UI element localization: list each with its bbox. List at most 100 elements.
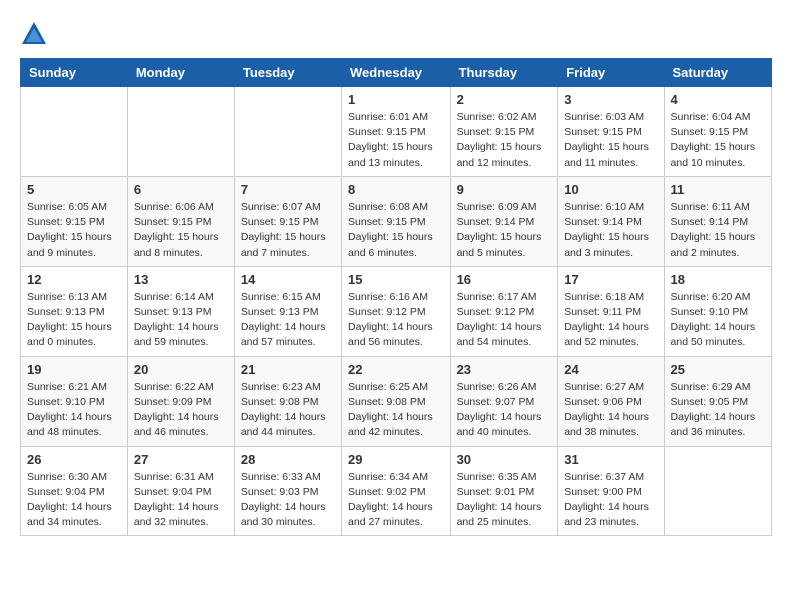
day-number: 11	[671, 182, 765, 197]
weekday-header-tuesday: Tuesday	[234, 59, 341, 87]
day-info: Sunrise: 6:11 AMSunset: 9:14 PMDaylight:…	[671, 200, 765, 261]
day-number: 2	[457, 92, 552, 107]
calendar-cell: 19 Sunrise: 6:21 AMSunset: 9:10 PMDayligh…	[21, 356, 128, 446]
calendar-cell: 3 Sunrise: 6:03 AMSunset: 9:15 PMDaylight…	[558, 87, 664, 177]
calendar-week-5: 26 Sunrise: 6:30 AMSunset: 9:04 PMDayligh…	[21, 446, 772, 536]
day-number: 28	[241, 452, 335, 467]
day-info: Sunrise: 6:16 AMSunset: 9:12 PMDaylight:…	[348, 290, 444, 351]
calendar-cell: 26 Sunrise: 6:30 AMSunset: 9:04 PMDayligh…	[21, 446, 128, 536]
weekday-header-row: SundayMondayTuesdayWednesdayThursdayFrid…	[21, 59, 772, 87]
day-info: Sunrise: 6:20 AMSunset: 9:10 PMDaylight:…	[671, 290, 765, 351]
day-number: 13	[134, 272, 228, 287]
day-number: 30	[457, 452, 552, 467]
weekday-header-saturday: Saturday	[664, 59, 771, 87]
day-info: Sunrise: 6:10 AMSunset: 9:14 PMDaylight:…	[564, 200, 657, 261]
calendar-cell: 30 Sunrise: 6:35 AMSunset: 9:01 PMDayligh…	[450, 446, 558, 536]
day-number: 21	[241, 362, 335, 377]
day-info: Sunrise: 6:37 AMSunset: 9:00 PMDaylight:…	[564, 470, 657, 531]
day-info: Sunrise: 6:31 AMSunset: 9:04 PMDaylight:…	[134, 470, 228, 531]
day-info: Sunrise: 6:15 AMSunset: 9:13 PMDaylight:…	[241, 290, 335, 351]
day-info: Sunrise: 6:17 AMSunset: 9:12 PMDaylight:…	[457, 290, 552, 351]
calendar-cell: 25Sunrise: 6:29 AMSunset: 9:05 PMDayligh…	[664, 356, 771, 446]
calendar-cell: 6 Sunrise: 6:06 AMSunset: 9:15 PMDaylight…	[127, 176, 234, 266]
calendar-cell: 5 Sunrise: 6:05 AMSunset: 9:15 PMDaylight…	[21, 176, 128, 266]
day-number: 5	[27, 182, 121, 197]
day-info: Sunrise: 6:02 AMSunset: 9:15 PMDaylight:…	[457, 110, 552, 171]
day-info: Sunrise: 6:35 AMSunset: 9:01 PMDaylight:…	[457, 470, 552, 531]
calendar-cell: 16Sunrise: 6:17 AMSunset: 9:12 PMDayligh…	[450, 266, 558, 356]
day-number: 31	[564, 452, 657, 467]
day-info: Sunrise: 6:09 AMSunset: 9:14 PMDaylight:…	[457, 200, 552, 261]
day-number: 20	[134, 362, 228, 377]
calendar-cell: 4 Sunrise: 6:04 AMSunset: 9:15 PMDaylight…	[664, 87, 771, 177]
calendar-cell: 22 Sunrise: 6:25 AMSunset: 9:08 PMDayligh…	[342, 356, 451, 446]
day-info: Sunrise: 6:05 AMSunset: 9:15 PMDaylight:…	[27, 200, 121, 261]
day-number: 25	[671, 362, 765, 377]
day-info: Sunrise: 6:08 AMSunset: 9:15 PMDaylight:…	[348, 200, 444, 261]
day-number: 8	[348, 182, 444, 197]
calendar-cell: 10 Sunrise: 6:10 AMSunset: 9:14 PMDayligh…	[558, 176, 664, 266]
day-number: 3	[564, 92, 657, 107]
day-info: Sunrise: 6:23 AMSunset: 9:08 PMDaylight:…	[241, 380, 335, 441]
calendar-cell: 23Sunrise: 6:26 AMSunset: 9:07 PMDayligh…	[450, 356, 558, 446]
calendar-cell: 21 Sunrise: 6:23 AMSunset: 9:08 PMDayligh…	[234, 356, 341, 446]
day-number: 15	[348, 272, 444, 287]
day-info: Sunrise: 6:34 AMSunset: 9:02 PMDaylight:…	[348, 470, 444, 531]
calendar-cell: 8 Sunrise: 6:08 AMSunset: 9:15 PMDaylight…	[342, 176, 451, 266]
calendar-week-4: 19 Sunrise: 6:21 AMSunset: 9:10 PMDayligh…	[21, 356, 772, 446]
weekday-header-monday: Monday	[127, 59, 234, 87]
calendar-cell: 28 Sunrise: 6:33 AMSunset: 9:03 PMDayligh…	[234, 446, 341, 536]
day-number: 24	[564, 362, 657, 377]
calendar-cell: 17Sunrise: 6:18 AMSunset: 9:11 PMDayligh…	[558, 266, 664, 356]
day-info: Sunrise: 6:22 AMSunset: 9:09 PMDaylight:…	[134, 380, 228, 441]
logo-icon	[20, 20, 48, 48]
calendar-cell: 13 Sunrise: 6:14 AMSunset: 9:13 PMDayligh…	[127, 266, 234, 356]
day-info: Sunrise: 6:06 AMSunset: 9:15 PMDaylight:…	[134, 200, 228, 261]
day-info: Sunrise: 6:33 AMSunset: 9:03 PMDaylight:…	[241, 470, 335, 531]
calendar-week-1: 1Sunrise: 6:01 AMSunset: 9:15 PMDaylight…	[21, 87, 772, 177]
day-info: Sunrise: 6:07 AMSunset: 9:15 PMDaylight:…	[241, 200, 335, 261]
day-number: 27	[134, 452, 228, 467]
day-info: Sunrise: 6:13 AMSunset: 9:13 PMDaylight:…	[27, 290, 121, 351]
calendar-week-2: 5 Sunrise: 6:05 AMSunset: 9:15 PMDaylight…	[21, 176, 772, 266]
calendar-cell: 15 Sunrise: 6:16 AMSunset: 9:12 PMDayligh…	[342, 266, 451, 356]
day-info: Sunrise: 6:14 AMSunset: 9:13 PMDaylight:…	[134, 290, 228, 351]
day-number: 4	[671, 92, 765, 107]
day-number: 9	[457, 182, 552, 197]
weekday-header-thursday: Thursday	[450, 59, 558, 87]
day-number: 17	[564, 272, 657, 287]
calendar-cell: 27 Sunrise: 6:31 AMSunset: 9:04 PMDayligh…	[127, 446, 234, 536]
day-number: 6	[134, 182, 228, 197]
day-number: 22	[348, 362, 444, 377]
day-info: Sunrise: 6:04 AMSunset: 9:15 PMDaylight:…	[671, 110, 765, 171]
day-number: 26	[27, 452, 121, 467]
day-number: 10	[564, 182, 657, 197]
weekday-header-friday: Friday	[558, 59, 664, 87]
day-number: 1	[348, 92, 444, 107]
calendar-cell: 29 Sunrise: 6:34 AMSunset: 9:02 PMDayligh…	[342, 446, 451, 536]
page-header	[20, 20, 772, 48]
calendar-cell	[127, 87, 234, 177]
day-info: Sunrise: 6:25 AMSunset: 9:08 PMDaylight:…	[348, 380, 444, 441]
calendar-cell	[234, 87, 341, 177]
day-info: Sunrise: 6:21 AMSunset: 9:10 PMDaylight:…	[27, 380, 121, 441]
calendar-cell: 14Sunrise: 6:15 AMSunset: 9:13 PMDayligh…	[234, 266, 341, 356]
day-info: Sunrise: 6:30 AMSunset: 9:04 PMDaylight:…	[27, 470, 121, 531]
calendar-cell: 1Sunrise: 6:01 AMSunset: 9:15 PMDaylight…	[342, 87, 451, 177]
calendar-cell: 7 Sunrise: 6:07 AMSunset: 9:15 PMDaylight…	[234, 176, 341, 266]
calendar-cell: 9 Sunrise: 6:09 AMSunset: 9:14 PMDaylight…	[450, 176, 558, 266]
day-number: 19	[27, 362, 121, 377]
weekday-header-sunday: Sunday	[21, 59, 128, 87]
calendar-cell: 2 Sunrise: 6:02 AMSunset: 9:15 PMDaylight…	[450, 87, 558, 177]
calendar-table: SundayMondayTuesdayWednesdayThursdayFrid…	[20, 58, 772, 536]
calendar-cell	[21, 87, 128, 177]
logo	[20, 20, 52, 48]
day-number: 7	[241, 182, 335, 197]
day-number: 29	[348, 452, 444, 467]
weekday-header-wednesday: Wednesday	[342, 59, 451, 87]
day-number: 12	[27, 272, 121, 287]
calendar-cell: 31 Sunrise: 6:37 AMSunset: 9:00 PMDayligh…	[558, 446, 664, 536]
calendar-cell	[664, 446, 771, 536]
day-number: 18	[671, 272, 765, 287]
day-info: Sunrise: 6:03 AMSunset: 9:15 PMDaylight:…	[564, 110, 657, 171]
